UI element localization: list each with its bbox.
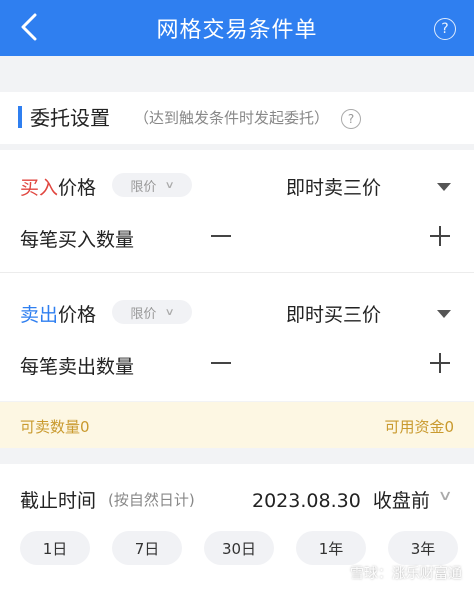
- sell-price-type: 限价: [130, 306, 157, 322]
- available-funds: 可用资金0: [384, 418, 454, 436]
- buy-block: 买入价格 限价 ∨ 即时卖三价 每笔买入数量: [0, 150, 474, 272]
- buy-qty-row: 每笔买入数量: [0, 210, 474, 266]
- deadline-time: 收盘前: [372, 490, 430, 512]
- page-title: 网格交易条件单: [156, 18, 318, 43]
- buy-price-row: 买入价格 限价 ∨ 即时卖三价: [0, 156, 474, 212]
- dropdown-triangle-icon[interactable]: [437, 310, 451, 318]
- entrust-settings-header: 委托设置 （达到触发条件时发起委托）: [0, 92, 474, 144]
- section-title: 委托设置: [30, 106, 110, 130]
- section-accent-bar: [18, 106, 22, 128]
- buy-qty-label: 每笔买入数量: [20, 229, 135, 251]
- option-3-years[interactable]: 3年: [388, 531, 458, 565]
- section-subtitle: （达到触发条件时发起委托）: [134, 109, 330, 127]
- watermark-text: 雪球：涨乐财富通: [350, 566, 462, 582]
- balance-tip-bar: 可卖数量0 可用资金0: [0, 402, 474, 448]
- chevron-down-icon[interactable]: ∨: [437, 488, 452, 504]
- deadline-date: 2023.08.30: [252, 490, 361, 512]
- sell-price-row: 卖出价格 限价 ∨ 即时买三价: [0, 285, 474, 341]
- option-7-days[interactable]: 7日: [112, 531, 182, 565]
- chevron-down-icon: ∨: [164, 306, 176, 318]
- buy-price-type: 限价: [130, 179, 157, 195]
- sell-price-type-select[interactable]: 限价 ∨: [112, 300, 192, 324]
- back-arrow-icon[interactable]: [14, 12, 44, 42]
- sell-qty-row: 每笔卖出数量: [0, 339, 474, 395]
- watermark: 雪球：涨乐财富通: [330, 563, 462, 583]
- buy-price-type-select[interactable]: 限价 ∨: [112, 173, 192, 197]
- sell-price-label: 卖出价格: [20, 300, 96, 327]
- buy-price-label: 买入价格: [20, 173, 96, 200]
- sell-qty-label: 每笔卖出数量: [20, 356, 135, 378]
- option-1-year[interactable]: 1年: [296, 531, 366, 565]
- deadline-value[interactable]: 2023.08.30 收盘前: [252, 486, 430, 513]
- dropdown-triangle-icon[interactable]: [437, 183, 451, 191]
- sell-price-value[interactable]: 即时买三价: [286, 300, 381, 327]
- plus-icon[interactable]: [430, 353, 450, 373]
- option-30-days[interactable]: 30日: [204, 531, 274, 565]
- sell-block: 卖出价格 限价 ∨ 即时买三价 每笔卖出数量: [0, 273, 474, 401]
- sell-label-rest: 价格: [58, 304, 97, 326]
- info-question-icon[interactable]: ?: [341, 109, 361, 129]
- option-1-day[interactable]: 1日: [20, 531, 90, 565]
- snowball-logo-icon: [330, 565, 346, 581]
- buy-price-value[interactable]: 即时卖三价: [286, 173, 381, 200]
- buy-label-rest: 价格: [58, 177, 97, 199]
- chevron-down-icon: ∨: [164, 179, 176, 191]
- deadline-sub: (按自然日计): [108, 491, 195, 509]
- minus-icon[interactable]: [211, 362, 231, 364]
- plus-icon[interactable]: [430, 226, 450, 246]
- top-bar: 网格交易条件单 ?: [0, 0, 474, 56]
- sell-label-colored: 卖出: [20, 304, 59, 326]
- deadline-label: 截止时间: [20, 490, 97, 512]
- question-circle-icon[interactable]: ?: [434, 18, 456, 40]
- buy-label-colored: 买入: [20, 177, 59, 199]
- minus-icon[interactable]: [211, 235, 231, 237]
- sellable-qty: 可卖数量0: [20, 418, 90, 436]
